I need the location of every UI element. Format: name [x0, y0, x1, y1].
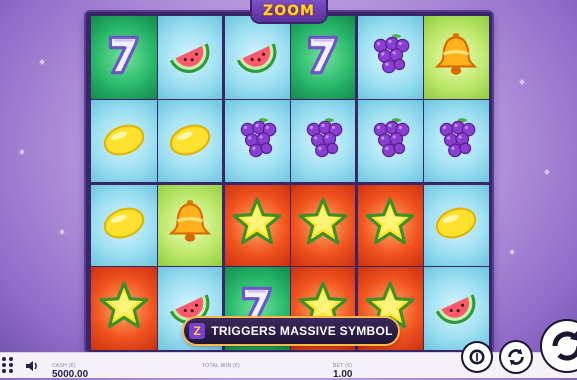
reel-cell: [224, 99, 290, 183]
seven-icon: [98, 29, 150, 86]
sparkle-decoration: [59, 229, 65, 235]
sparkle-decoration: [19, 149, 25, 155]
bell-icon: [164, 196, 216, 253]
reel-grid: [91, 16, 489, 350]
reel-cell: [357, 16, 423, 99]
bell-icon: [430, 29, 482, 86]
sparkle-decoration: [39, 59, 45, 65]
watermelon-icon: [231, 29, 283, 86]
reel-cell: [91, 267, 157, 350]
watermelon-icon: [430, 280, 482, 337]
reel-cell: [290, 16, 356, 99]
feature-banner-text: TRIGGERS MASSIVE SYMBOL: [211, 324, 393, 338]
game-logo: ZOOM: [252, 0, 326, 22]
reel-cell: [423, 16, 489, 99]
watermelon-icon: [164, 29, 216, 86]
grapes-icon: [364, 29, 416, 86]
speaker-icon[interactable]: [24, 358, 40, 374]
total-win-display: TOTAL WIN (€): [202, 363, 240, 369]
reel-cell: [357, 183, 423, 267]
star-icon: [98, 280, 150, 337]
feature-banner: Z TRIGGERS MASSIVE SYMBOL: [184, 318, 398, 344]
sparkle-decoration: [544, 169, 550, 175]
cash-value: 5000.00: [52, 369, 89, 380]
sparkle-decoration: [519, 79, 525, 85]
reel-cell: [224, 16, 290, 99]
total-win-label: TOTAL WIN (€): [202, 363, 240, 369]
lemon-icon: [98, 196, 150, 253]
bet-button[interactable]: [463, 343, 491, 371]
bet-value: 1.00: [333, 369, 353, 380]
star-icon: [297, 196, 349, 253]
reel-cell: [91, 99, 157, 183]
reel-cell: [157, 16, 223, 99]
reel-cell: [91, 16, 157, 99]
grapes-icon: [430, 113, 482, 170]
autoplay-button[interactable]: [501, 342, 531, 372]
coin-stack-icon: [469, 349, 485, 365]
autoplay-icon: [508, 348, 524, 366]
sparkle-decoration: [509, 249, 515, 255]
reel-cell: [290, 99, 356, 183]
spin-button[interactable]: [542, 321, 577, 371]
reel-cell: [157, 99, 223, 183]
reel-cell: [357, 99, 423, 183]
lemon-icon: [164, 113, 216, 170]
star-icon: [231, 196, 283, 253]
grapes-icon: [364, 113, 416, 170]
cash-display: CASH (€) 5000.00: [52, 363, 88, 380]
grapes-icon: [297, 113, 349, 170]
reel-cell: [91, 183, 157, 267]
zoom-badge-icon: Z: [189, 323, 206, 339]
reel-cell: [157, 183, 223, 267]
reel-cell: [224, 183, 290, 267]
star-icon: [364, 196, 416, 253]
reel-cell: [290, 183, 356, 267]
reel-cell: [423, 267, 489, 350]
reel-cell: [423, 99, 489, 183]
spin-icon: [552, 331, 577, 361]
lemon-icon: [98, 113, 150, 170]
menu-dots-icon[interactable]: [2, 357, 16, 373]
reel-cell: [423, 183, 489, 267]
grapes-icon: [231, 113, 283, 170]
seven-icon: [297, 29, 349, 86]
lemon-icon: [430, 196, 482, 253]
bet-display: BET (€) 1.00: [333, 363, 352, 380]
